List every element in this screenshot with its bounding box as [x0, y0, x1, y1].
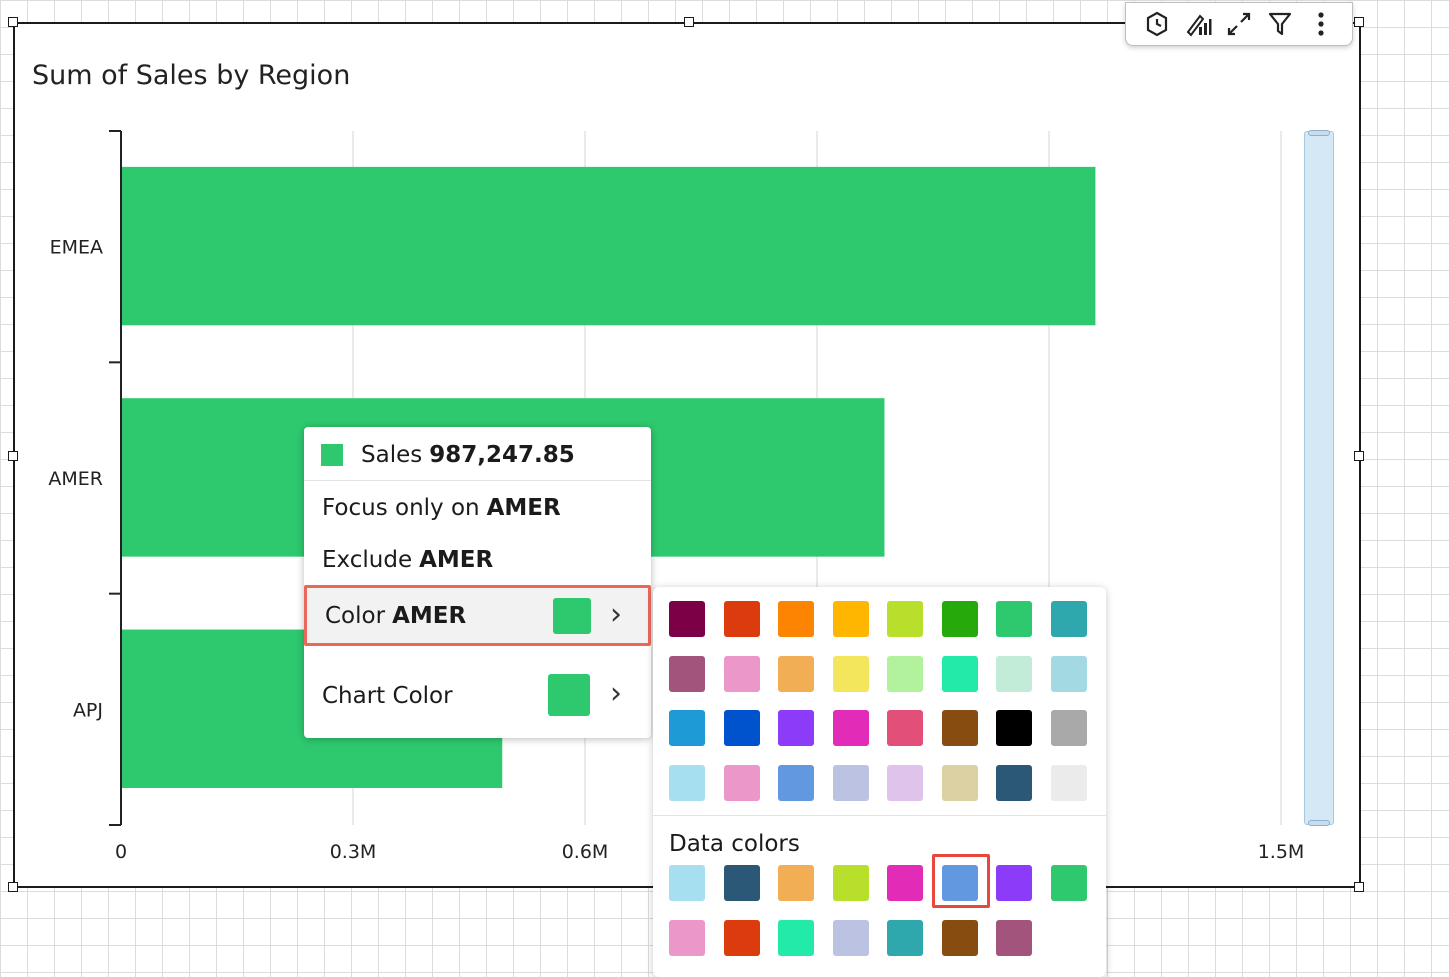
palette-swatch[interactable] — [669, 601, 705, 637]
data-color-swatch[interactable] — [1050, 865, 1087, 901]
data-color-swatch[interactable] — [778, 919, 814, 956]
palette-swatch[interactable] — [887, 601, 923, 637]
data-color-swatch[interactable] — [669, 865, 705, 901]
palette-swatch[interactable] — [1050, 655, 1087, 692]
palette-swatch[interactable] — [723, 655, 760, 692]
x-tick-label: 0.6M — [562, 841, 609, 863]
exclude-target: AMER — [419, 547, 494, 573]
bar-emea[interactable] — [121, 166, 1096, 326]
focus-only-menu-item[interactable]: Focus only on AMER — [304, 485, 651, 531]
palette-swatch[interactable] — [941, 710, 978, 746]
palette-swatch[interactable] — [723, 601, 760, 637]
palette-swatch[interactable] — [778, 601, 814, 637]
tooltip-value: 987,247.85 — [429, 442, 575, 468]
data-color-swatch[interactable] — [832, 919, 869, 956]
palette-swatch[interactable] — [887, 710, 923, 746]
x-tick-label: 1.5M — [1258, 841, 1305, 863]
palette-swatch[interactable] — [996, 655, 1032, 692]
palette-swatch[interactable] — [669, 710, 705, 746]
palette-swatch[interactable] — [778, 764, 814, 801]
exclude-menu-item[interactable]: Exclude AMER — [304, 537, 651, 583]
exclude-label: Exclude — [322, 547, 413, 573]
scroll-grip-top[interactable] — [1308, 130, 1330, 136]
palette-swatch[interactable] — [996, 764, 1032, 801]
palette-swatch[interactable] — [832, 710, 869, 746]
palette-swatch[interactable] — [723, 764, 760, 801]
palette-swatch[interactable] — [887, 764, 923, 801]
data-color-swatch[interactable] — [778, 865, 814, 901]
data-color-swatch[interactable] — [887, 919, 923, 956]
data-color-swatch[interactable] — [723, 865, 760, 901]
legend-swatch — [321, 444, 343, 466]
data-color-swatch[interactable] — [941, 865, 978, 901]
color-target: AMER — [392, 602, 467, 629]
chart-color-swatch — [548, 674, 590, 716]
palette-swatch[interactable] — [1050, 601, 1087, 637]
chevron-right-icon: › — [610, 676, 622, 711]
tooltip-row: Sales 987,247.85 — [321, 442, 575, 468]
context-menu: Sales 987,247.85 Focus only on AMER Excl… — [304, 427, 651, 738]
category-label: AMER — [48, 468, 103, 490]
chart-color-label: Chart Color — [322, 683, 453, 709]
data-color-swatch[interactable] — [887, 865, 923, 901]
palette-swatch[interactable] — [941, 764, 978, 801]
category-label: EMEA — [50, 237, 103, 259]
palette-swatch[interactable] — [996, 710, 1032, 746]
data-color-swatch[interactable] — [996, 919, 1032, 956]
data-color-swatch[interactable] — [996, 865, 1032, 901]
category-label: APJ — [73, 699, 103, 721]
chart-scrollbar[interactable] — [1304, 130, 1334, 826]
palette-swatch[interactable] — [723, 710, 760, 746]
palette-swatch[interactable] — [669, 764, 705, 801]
palette-divider — [653, 815, 1106, 816]
data-colors-label: Data colors — [669, 831, 800, 857]
palette-swatch[interactable] — [1050, 764, 1087, 801]
chevron-right-icon: › — [610, 597, 622, 632]
color-label: Color — [325, 602, 386, 629]
palette-swatch[interactable] — [778, 710, 814, 746]
palette-swatch[interactable] — [832, 764, 869, 801]
focus-target: AMER — [486, 495, 561, 521]
color-palette-popover: Data colors — [653, 587, 1106, 977]
palette-swatch[interactable] — [941, 601, 978, 637]
tooltip-label: Sales — [361, 442, 423, 468]
data-color-swatch[interactable] — [832, 865, 869, 901]
palette-swatch[interactable] — [778, 655, 814, 692]
data-color-swatch[interactable] — [941, 919, 978, 956]
palette-swatch[interactable] — [941, 655, 978, 692]
x-tick-label: 0 — [115, 841, 127, 863]
palette-swatch[interactable] — [832, 601, 869, 637]
x-tick-label: 0.3M — [330, 841, 377, 863]
palette-swatch[interactable] — [1050, 710, 1087, 746]
data-color-swatch[interactable] — [723, 919, 760, 956]
palette-swatch[interactable] — [996, 601, 1032, 637]
palette-swatch[interactable] — [669, 655, 705, 692]
palette-swatch[interactable] — [832, 655, 869, 692]
color-amer-menu-item[interactable]: Color AMER › — [304, 585, 651, 646]
color-amer-swatch — [553, 598, 591, 634]
focus-label: Focus only on — [322, 495, 480, 521]
menu-divider — [304, 480, 651, 481]
palette-swatch[interactable] — [887, 655, 923, 692]
scroll-grip-bottom[interactable] — [1308, 820, 1330, 826]
chart-color-menu-item[interactable]: Chart Color › — [304, 670, 651, 722]
data-color-swatch[interactable] — [669, 919, 705, 956]
